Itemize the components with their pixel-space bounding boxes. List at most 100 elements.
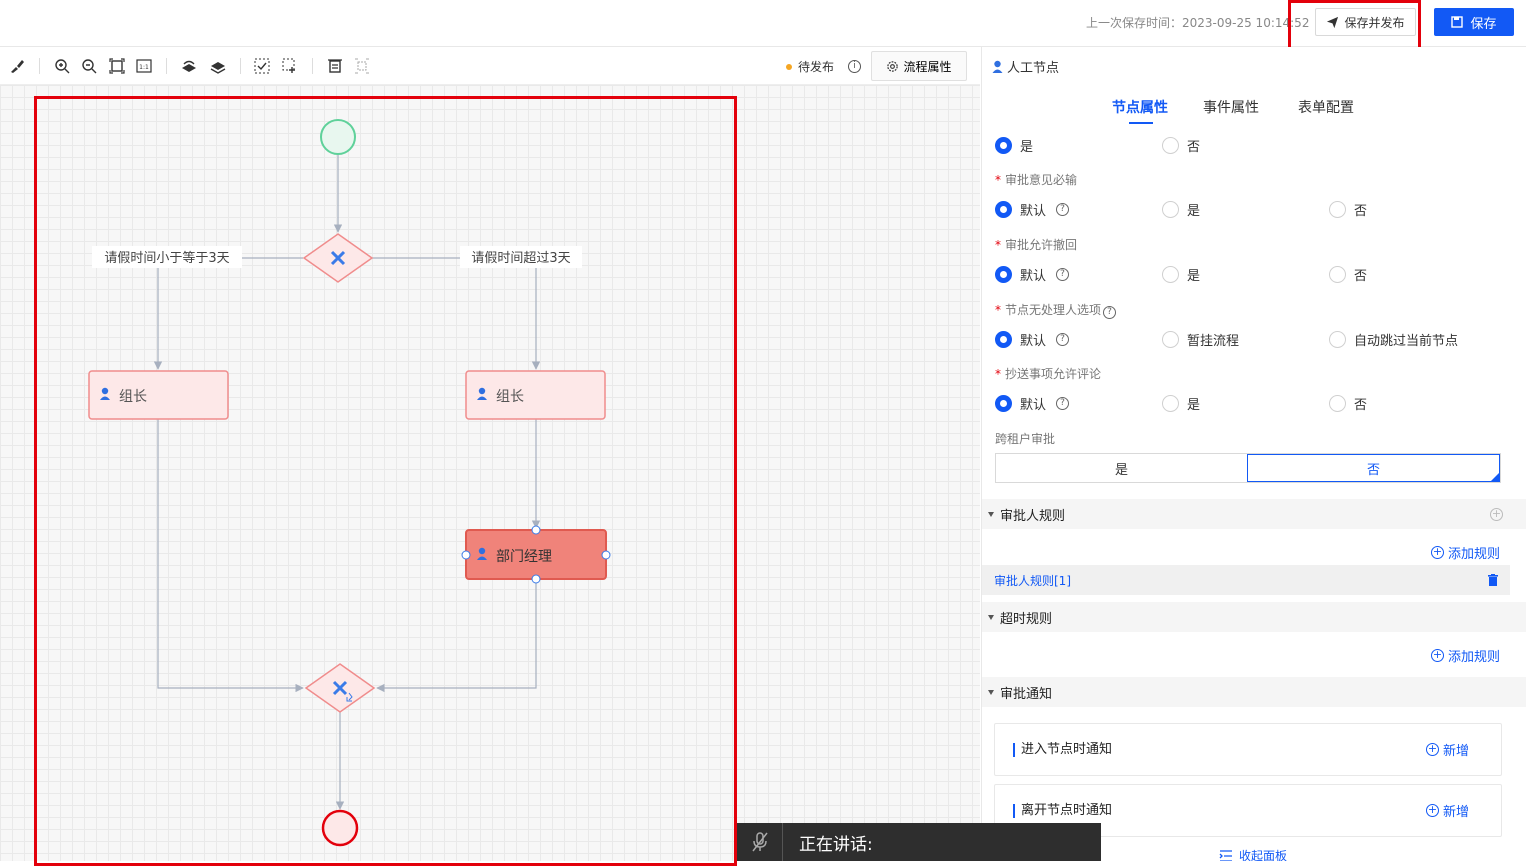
panel-tabs: 节点属性 事件属性 表单配置 — [982, 97, 1526, 127]
radio-default[interactable]: 默认? — [995, 265, 1070, 284]
send-icon — [1327, 16, 1339, 28]
anchor-right[interactable] — [601, 550, 611, 560]
undo-icon[interactable] — [179, 56, 199, 76]
edge-left-to-join[interactable] — [157, 419, 304, 693]
task-label: 组长 — [119, 389, 147, 405]
collapse-panel-link[interactable]: 收起面板 — [1219, 847, 1287, 861]
task-node-left[interactable]: 组长 — [88, 370, 229, 420]
help-icon[interactable]: ? — [1056, 268, 1070, 281]
field-label-allow-withdraw: * 审批允许撤回 — [995, 238, 1078, 252]
radio-suspend-flow[interactable]: 暂挂流程 — [1162, 330, 1239, 349]
anchor-left[interactable] — [461, 550, 471, 560]
flow-properties-button[interactable]: 流程属性 — [871, 51, 967, 81]
tab-event-properties[interactable]: 事件属性 — [1203, 97, 1259, 117]
align-icon[interactable] — [325, 56, 345, 76]
flow-canvas[interactable]: 请假时间小于等于3天 请假时间超过3天 组长 组长 部门经理 — [0, 85, 980, 861]
add-notify-link[interactable]: + 新增 — [1425, 801, 1469, 820]
radio-label: 否 — [1187, 140, 1201, 155]
field-label-opinion-required: * 审批意见必输 — [995, 173, 1078, 187]
help-icon[interactable]: ? — [1056, 333, 1070, 346]
gear-icon — [887, 60, 899, 72]
radio-circle[interactable] — [995, 137, 1012, 154]
join-gateway[interactable] — [304, 663, 376, 713]
flow-diagram: 请假时间小于等于3天 请假时间超过3天 组长 组长 部门经理 — [88, 119, 611, 847]
task-node-selected[interactable]: 部门经理 — [461, 525, 611, 584]
zoom-out-icon[interactable] — [79, 56, 99, 76]
radio-auto-skip[interactable]: 自动跳过当前节点 — [1329, 330, 1458, 349]
exclusive-gateway[interactable] — [302, 233, 374, 283]
end-event[interactable] — [321, 809, 359, 847]
start-event[interactable] — [320, 119, 356, 155]
actual-size-icon[interactable]: 1:1 — [134, 56, 154, 76]
radio-yes[interactable]: 是 — [1162, 394, 1200, 413]
cross-tenant-no[interactable]: 否 — [1247, 454, 1500, 482]
help-icon[interactable]: ? — [1056, 203, 1070, 216]
redo-icon[interactable] — [208, 56, 228, 76]
add-circle-icon[interactable]: + — [1490, 507, 1503, 521]
tab-underline — [1129, 122, 1153, 124]
collapse-caret-icon — [988, 511, 994, 517]
condition-label-left[interactable]: 请假时间小于等于3天 — [104, 250, 229, 266]
radio-default[interactable]: 默认? — [995, 330, 1070, 349]
section-timeout-rules[interactable]: 超时规则 — [982, 602, 1526, 632]
plus-circle-icon: + — [1425, 803, 1439, 817]
radio-no[interactable]: 否 — [1329, 200, 1367, 219]
task-node-right[interactable]: 组长 — [465, 370, 606, 420]
save-and-publish-label: 保存并发布 — [1344, 15, 1405, 30]
radio-yes[interactable]: 是 — [995, 136, 1033, 155]
zoom-in-icon[interactable] — [52, 56, 72, 76]
plus-circle-icon: + — [1430, 545, 1444, 559]
help-icon[interactable]: ? — [1103, 306, 1117, 319]
radio-no[interactable]: 否 — [1329, 394, 1367, 413]
brush-icon[interactable] — [7, 56, 27, 76]
edge-manager-to-join[interactable] — [376, 580, 537, 693]
help-icon[interactable]: ? — [1056, 397, 1070, 410]
distribute-icon[interactable] — [352, 56, 372, 76]
radio-yes[interactable]: 是 — [1162, 200, 1200, 219]
radio-label: 是 — [1020, 140, 1034, 155]
tab-form-config[interactable]: 表单配置 — [1298, 97, 1354, 117]
speaking-indicator: 正在讲话: — [737, 823, 1101, 861]
mic-muted-icon[interactable] — [737, 823, 783, 861]
select-all-icon[interactable] — [252, 56, 272, 76]
add-notify-link[interactable]: + 新增 — [1425, 740, 1469, 759]
collapse-caret-icon — [988, 614, 994, 620]
anchor-top[interactable] — [531, 525, 541, 535]
cross-tenant-yes[interactable]: 是 — [996, 454, 1247, 482]
status-dot — [786, 63, 792, 70]
edge-gateway-right[interactable] — [372, 257, 541, 370]
section-title: 审批通知 — [1000, 686, 1053, 702]
save-label: 保存 — [1470, 15, 1497, 31]
publish-status: 待发布 i — [786, 58, 862, 75]
section-approval-notify[interactable]: 审批通知 — [982, 677, 1526, 707]
status-label: 待发布 — [798, 60, 835, 74]
fit-view-icon[interactable] — [107, 56, 127, 76]
radio-no[interactable]: 否 — [1329, 265, 1367, 284]
radio-no[interactable]: 否 — [1162, 136, 1200, 155]
properties-panel: 人工节点 节点属性 事件属性 表单配置 是 否 * 审批意见必输 默认? 是 否 … — [981, 47, 1526, 861]
toolbar-divider — [39, 58, 40, 74]
approver-rule-item[interactable]: 审批人规则[1] — [982, 565, 1510, 595]
add-approver-rule-link[interactable]: + 添加规则 — [1430, 543, 1500, 562]
radio-default[interactable]: 默认? — [995, 394, 1070, 413]
anchor-bottom[interactable] — [531, 574, 541, 584]
box-select-icon[interactable] — [280, 56, 300, 76]
add-timeout-rule-link[interactable]: + 添加规则 — [1430, 646, 1500, 665]
section-approver-rules[interactable]: 审批人规则 + — [982, 499, 1526, 529]
radio-circle[interactable] — [1162, 137, 1179, 154]
save-button[interactable]: 保存 — [1434, 8, 1514, 36]
save-icon — [1451, 16, 1464, 28]
tab-node-properties[interactable]: 节点属性 — [1112, 97, 1168, 117]
radio-default[interactable]: 默认? — [995, 200, 1070, 219]
delete-icon[interactable] — [1488, 574, 1498, 586]
panel-title-label: 人工节点 — [1007, 61, 1060, 76]
condition-label-right[interactable]: 请假时间超过3天 — [471, 251, 570, 266]
toolbar-divider — [166, 58, 167, 74]
collapse-icon — [1219, 849, 1232, 861]
edge-gateway-left[interactable] — [153, 257, 303, 370]
panel-title: 人工节点 — [992, 57, 1059, 76]
radio-yes[interactable]: 是 — [1162, 265, 1200, 284]
rule-item-label[interactable]: 审批人规则[1] — [994, 572, 1071, 589]
save-and-publish-button[interactable]: 保存并发布 — [1315, 8, 1416, 36]
info-icon[interactable]: i — [848, 60, 862, 73]
